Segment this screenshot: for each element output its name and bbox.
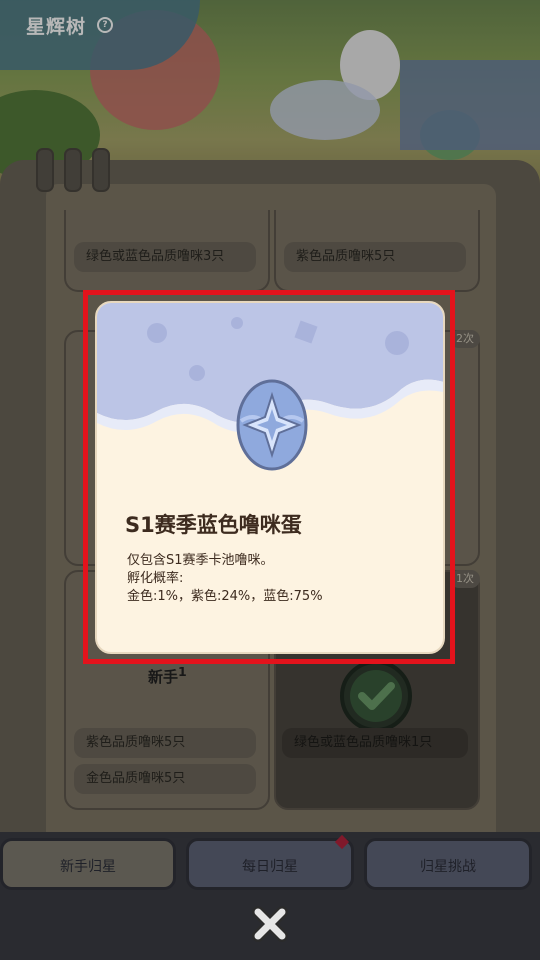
- task-requirement: 金色品质噜咪5只: [74, 764, 256, 794]
- task-requirement: 绿色或蓝色品质噜咪1只: [282, 728, 468, 758]
- newbie-label: 新手1: [148, 664, 187, 687]
- checkmark-seal-icon: [340, 660, 412, 732]
- binder-ring-icon: [64, 148, 82, 192]
- help-icon[interactable]: ?: [97, 17, 113, 33]
- tab-newbie[interactable]: 新手归星: [0, 838, 176, 890]
- close-icon[interactable]: [250, 904, 290, 944]
- popup-hatch-label: 孵化概率:: [127, 571, 184, 586]
- newbie-count: 1: [178, 664, 187, 679]
- binder-ring-icon: [36, 148, 54, 192]
- task-card[interactable]: 紫色品质噜咪5只: [274, 210, 480, 292]
- tab-challenge[interactable]: 归星挑战: [364, 838, 532, 890]
- building: [400, 60, 540, 150]
- newbie-text: 新手: [148, 668, 179, 686]
- page-title: 星辉树: [26, 16, 87, 38]
- game-screen: 星辉树 ? 绿色或蓝色品质噜咪3只 紫色品质噜咪5只 2次 新手1 紫色品质噜咪…: [0, 0, 540, 960]
- task-requirement: 紫色品质噜咪5只: [284, 242, 466, 272]
- popup-description: 仅包含S1赛季卡池噜咪。: [127, 553, 274, 568]
- tab-daily-label: 每日归星: [242, 859, 298, 875]
- popup-hatch-rates: 金色:1%，紫色:24%，蓝色:75%: [127, 589, 323, 604]
- task-card[interactable]: 绿色或蓝色品质噜咪3只: [64, 210, 270, 292]
- task-requirement: 绿色或蓝色品质噜咪3只: [74, 242, 256, 272]
- popup-title: S1赛季蓝色噜咪蛋: [125, 513, 302, 537]
- binder-ring-icon: [92, 148, 110, 192]
- task-requirement: 紫色品质噜咪5只: [74, 728, 256, 758]
- tab-daily[interactable]: 每日归星: [186, 834, 354, 890]
- blue-egg-icon: [236, 379, 308, 471]
- white-creature: [270, 80, 380, 140]
- egg-info-popup: S1赛季蓝色噜咪蛋 仅包含S1赛季卡池噜咪。 孵化概率: 金色:1%，紫色:24…: [95, 301, 445, 654]
